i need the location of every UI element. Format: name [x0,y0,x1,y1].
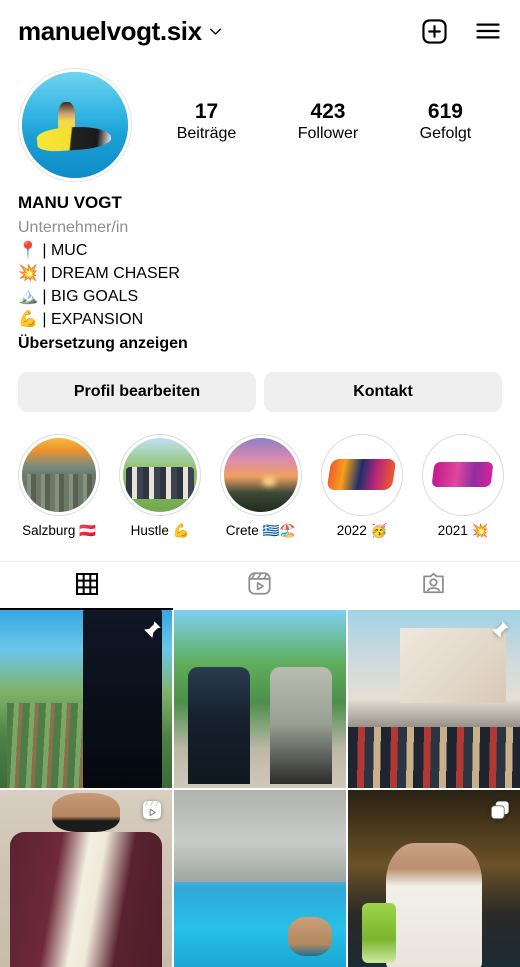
highlight-label: 2021 💥 [437,523,489,539]
stat-posts[interactable]: 17 Beiträge [177,100,237,144]
profile-summary-row: 17 Beiträge 423 Follower 619 Gefolgt [0,62,520,182]
highlight-label: Crete 🇬🇷🏖️ [225,523,297,539]
show-translation-link[interactable]: Übersetzung anzeigen [18,332,502,356]
bio-line-1: 📍 | MUC [18,241,88,259]
2021-graphic [426,438,500,513]
pin-icon [141,619,163,646]
avatar[interactable] [18,68,132,182]
group-photo [123,438,197,513]
plus-square-icon[interactable] [421,18,448,45]
bio-line-2: 💥 | DREAM CHASER [18,264,180,282]
highlight-crete[interactable]: Crete 🇬🇷🏖️ [220,434,302,539]
bio-section: MANU VOGT Unternehmer/in 📍 | MUC 💥 | DRE… [0,182,520,356]
stat-posts-value: 17 [194,99,219,123]
highlight-ring [119,434,201,517]
jet-ski-photo [22,72,128,178]
highlight-ring [422,434,504,517]
highlight-salzburg[interactable]: Salzburg 🇦🇹 [18,434,100,539]
stat-following-label: Gefolgt [419,125,472,143]
bio-line-4: 💪 | EXPANSION [18,311,144,329]
display-name: MANU VOGT [18,193,122,212]
account-username: manuelvogt.six [18,15,202,46]
stat-followers[interactable]: 423 Follower [298,100,358,144]
highlight-label: Salzburg 🇦🇹 [22,523,96,539]
avatar-image [22,72,128,178]
header-actions [421,17,502,45]
highlight-ring [18,434,100,517]
bio-line-3: 🏔️ | BIG GOALS [18,288,139,306]
profile-category: Unternehmer/in [18,218,129,236]
highlight-cover [325,438,399,513]
highlight-cover [123,438,197,513]
highlight-label: 2022 🥳 [336,523,388,539]
stat-followers-label: Follower [297,125,359,143]
highlight-ring [321,434,403,517]
carousel-icon [489,799,511,826]
salzburg-city-photo [22,438,96,513]
stats-row: 17 Beiträge 423 Follower 619 Gefolgt [132,100,502,150]
top-header: manuelvogt.six [0,0,520,62]
tagged-person-icon [421,571,446,601]
posts-grid [0,610,520,967]
tab-reels[interactable] [173,562,346,610]
story-highlights-row[interactable]: Salzburg 🇦🇹 Hustle 💪 Crete 🇬🇷🏖️ 2022 🥳 2… [0,412,520,539]
2022-graphic [325,438,399,513]
highlight-label: Hustle 💪 [130,523,190,539]
instagram-profile-screen: manuelvogt.six 17 Beiträge 423 Follower … [0,0,520,967]
hamburger-menu-icon[interactable] [474,17,502,45]
reels-icon [141,799,163,826]
grid-icon [75,572,99,601]
tab-tagged[interactable] [347,562,520,610]
tab-grid[interactable] [0,562,174,611]
profile-action-buttons: Profil bearbeiten Kontakt [0,356,520,413]
grid-post-2[interactable] [174,610,346,788]
highlight-cover [22,438,96,513]
username-dropdown[interactable]: manuelvogt.six [18,16,222,47]
highlight-cover [426,438,500,513]
pin-icon [489,619,511,646]
grid-post-3[interactable] [348,610,520,788]
grid-post-5[interactable] [174,789,346,967]
grid-post-4[interactable] [0,789,172,967]
stat-followers-value: 423 [310,99,346,123]
two-men-with-briefcases-photo [174,610,346,788]
stat-posts-label: Beiträge [176,125,237,143]
highlight-2022[interactable]: 2022 🥳 [321,434,403,539]
profile-tabs [0,561,520,611]
stat-following-value: 619 [427,99,463,123]
grid-post-6[interactable] [348,789,520,967]
reels-icon [247,571,272,601]
grid-post-1[interactable] [0,610,172,788]
highlight-cover [224,438,298,513]
stat-following[interactable]: 619 Gefolgt [420,100,472,144]
chevron-down-icon [209,25,222,38]
highlight-2021[interactable]: 2021 💥 [422,434,504,539]
crete-sunset-photo [224,438,298,513]
contact-button[interactable]: Kontakt [264,372,502,413]
highlight-ring [220,434,302,517]
edit-profile-button[interactable]: Profil bearbeiten [18,372,256,413]
pool-resort-photo [174,789,346,967]
highlight-hustle[interactable]: Hustle 💪 [119,434,201,539]
